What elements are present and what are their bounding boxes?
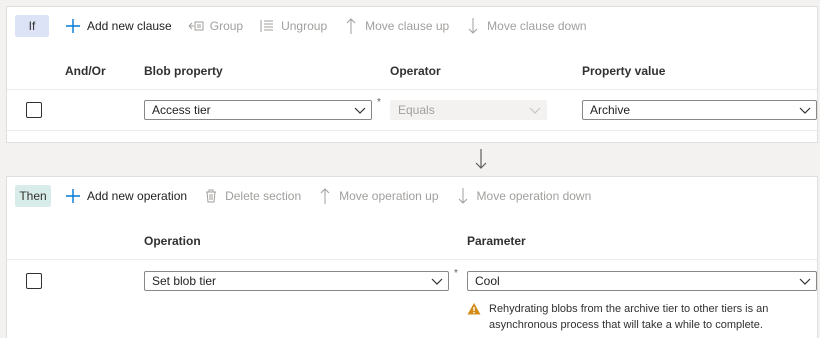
required-marker: *: [454, 268, 458, 279]
move-operation-down-button[interactable]: Move operation down: [455, 183, 592, 209]
header-divider: [7, 89, 817, 90]
clause-row-checkbox[interactable]: [26, 102, 42, 118]
property-value-value: Archive: [590, 103, 631, 117]
header-divider: [7, 259, 817, 260]
chevron-down-icon: [799, 278, 811, 285]
move-clause-up-button[interactable]: Move clause up: [343, 13, 449, 39]
then-toolbar: Then Add new operation Delete section Mo…: [7, 177, 817, 215]
row-divider: [7, 130, 817, 131]
then-action-panel: Then Add new operation Delete section Mo…: [6, 176, 818, 338]
move-clause-down-button[interactable]: Move clause down: [465, 13, 587, 39]
group-icon: [188, 18, 204, 34]
move-operation-up-label: Move operation up: [339, 189, 439, 203]
parameter-dropdown[interactable]: Cool: [467, 271, 817, 291]
warning-line-2: asynchronous process that will take a wh…: [489, 319, 763, 331]
then-tag-label: Then: [19, 189, 47, 203]
chevron-down-icon: [529, 107, 541, 114]
move-clause-up-label: Move clause up: [365, 19, 450, 33]
property-value-dropdown[interactable]: Archive: [582, 100, 817, 120]
operator-dropdown[interactable]: Equals: [390, 100, 547, 120]
operation-value: Set blob tier: [152, 274, 217, 288]
required-marker: *: [377, 97, 381, 108]
arrow-up-icon: [317, 188, 333, 204]
move-clause-down-label: Move clause down: [487, 19, 587, 33]
operation-row-checkbox[interactable]: [26, 273, 42, 289]
then-tag: Then: [15, 185, 51, 207]
if-tag-label: If: [28, 19, 36, 33]
chevron-down-icon: [799, 107, 811, 114]
andor-column-header: And/Or: [65, 64, 106, 78]
blob-property-value: Access tier: [152, 103, 211, 117]
operation-column-header: Operation: [144, 234, 201, 248]
add-new-clause-label: Add new clause: [87, 19, 172, 33]
blob-property-column-header: Blob property: [144, 64, 223, 78]
operator-column-header: Operator: [390, 64, 441, 78]
ungroup-button[interactable]: Ungroup: [259, 13, 327, 39]
parameter-value: Cool: [475, 274, 500, 288]
flow-arrow-down-icon: [475, 149, 487, 169]
delete-section-button[interactable]: Delete section: [203, 183, 301, 209]
add-new-clause-button[interactable]: Add new clause: [65, 13, 172, 39]
move-operation-up-button[interactable]: Move operation up: [317, 183, 439, 209]
group-button[interactable]: Group: [188, 13, 243, 39]
operation-dropdown[interactable]: Set blob tier: [144, 271, 449, 291]
if-toolbar: If Add new clause Group Ungroup Move cla…: [7, 7, 817, 45]
plus-icon: [65, 188, 81, 204]
ungroup-label: Ungroup: [281, 19, 328, 33]
operator-value: Equals: [398, 103, 435, 117]
add-new-operation-label: Add new operation: [87, 189, 188, 203]
if-condition-panel: If Add new clause Group Ungroup Move cla…: [6, 6, 818, 143]
move-operation-down-label: Move operation down: [476, 189, 592, 203]
ungroup-icon: [259, 18, 275, 34]
warning-message: Rehydrating blobs from the archive tier …: [489, 301, 768, 333]
blob-property-dropdown[interactable]: Access tier: [144, 100, 372, 120]
if-tag: If: [15, 15, 49, 37]
property-value-column-header: Property value: [582, 64, 666, 78]
warning-icon: [467, 303, 481, 315]
arrow-down-icon: [465, 18, 481, 34]
group-label: Group: [209, 19, 244, 33]
chevron-down-icon: [354, 107, 366, 114]
chevron-down-icon: [431, 278, 443, 285]
delete-section-label: Delete section: [225, 189, 302, 203]
parameter-column-header: Parameter: [467, 234, 526, 248]
arrow-down-icon: [455, 188, 471, 204]
arrow-up-icon: [343, 18, 359, 34]
add-new-operation-button[interactable]: Add new operation: [65, 183, 187, 209]
trash-icon: [203, 188, 219, 204]
plus-icon: [65, 18, 81, 34]
warning-line-1: Rehydrating blobs from the archive tier …: [489, 303, 769, 315]
rehydration-warning: Rehydrating blobs from the archive tier …: [467, 301, 797, 333]
